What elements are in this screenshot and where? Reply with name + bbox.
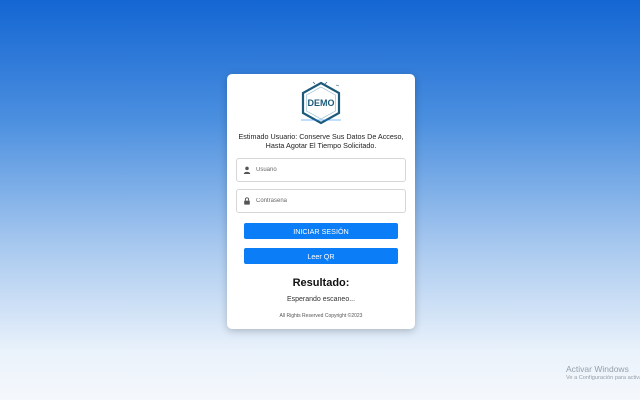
windows-activation-watermark: Activar Windows Ve a Configuración para … (566, 364, 640, 388)
logo-text: DEMO (308, 98, 335, 108)
user-icon (242, 165, 252, 175)
watermark-title: Activar Windows (566, 364, 629, 374)
username-input[interactable] (256, 167, 396, 173)
password-field[interactable] (236, 189, 406, 213)
read-qr-button[interactable]: Leer QR (244, 248, 398, 264)
login-card: DEMO Estimado Usuario: Conserve Sus Dato… (227, 74, 415, 329)
copyright-text: All Rights Reserved Copyright ©2023 (279, 313, 363, 319)
demo-logo: DEMO (298, 80, 344, 126)
login-button[interactable]: INICIAR SESIÓN (244, 223, 398, 239)
password-input[interactable] (256, 198, 396, 204)
result-title: Resultado: (292, 277, 350, 289)
lock-icon (242, 196, 252, 206)
result-status: Esperando escaneo... (286, 296, 356, 303)
welcome-message: Estimado Usuario: Conserve Sus Datos De … (233, 132, 409, 150)
welcome-line-2: Hasta Agotar El Tiempo Solicitado. (265, 140, 377, 150)
username-field[interactable] (236, 158, 406, 182)
watermark-subtitle: Ve a Configuración para activar Windows. (566, 375, 640, 381)
demo-logo-icon: DEMO (301, 81, 341, 125)
